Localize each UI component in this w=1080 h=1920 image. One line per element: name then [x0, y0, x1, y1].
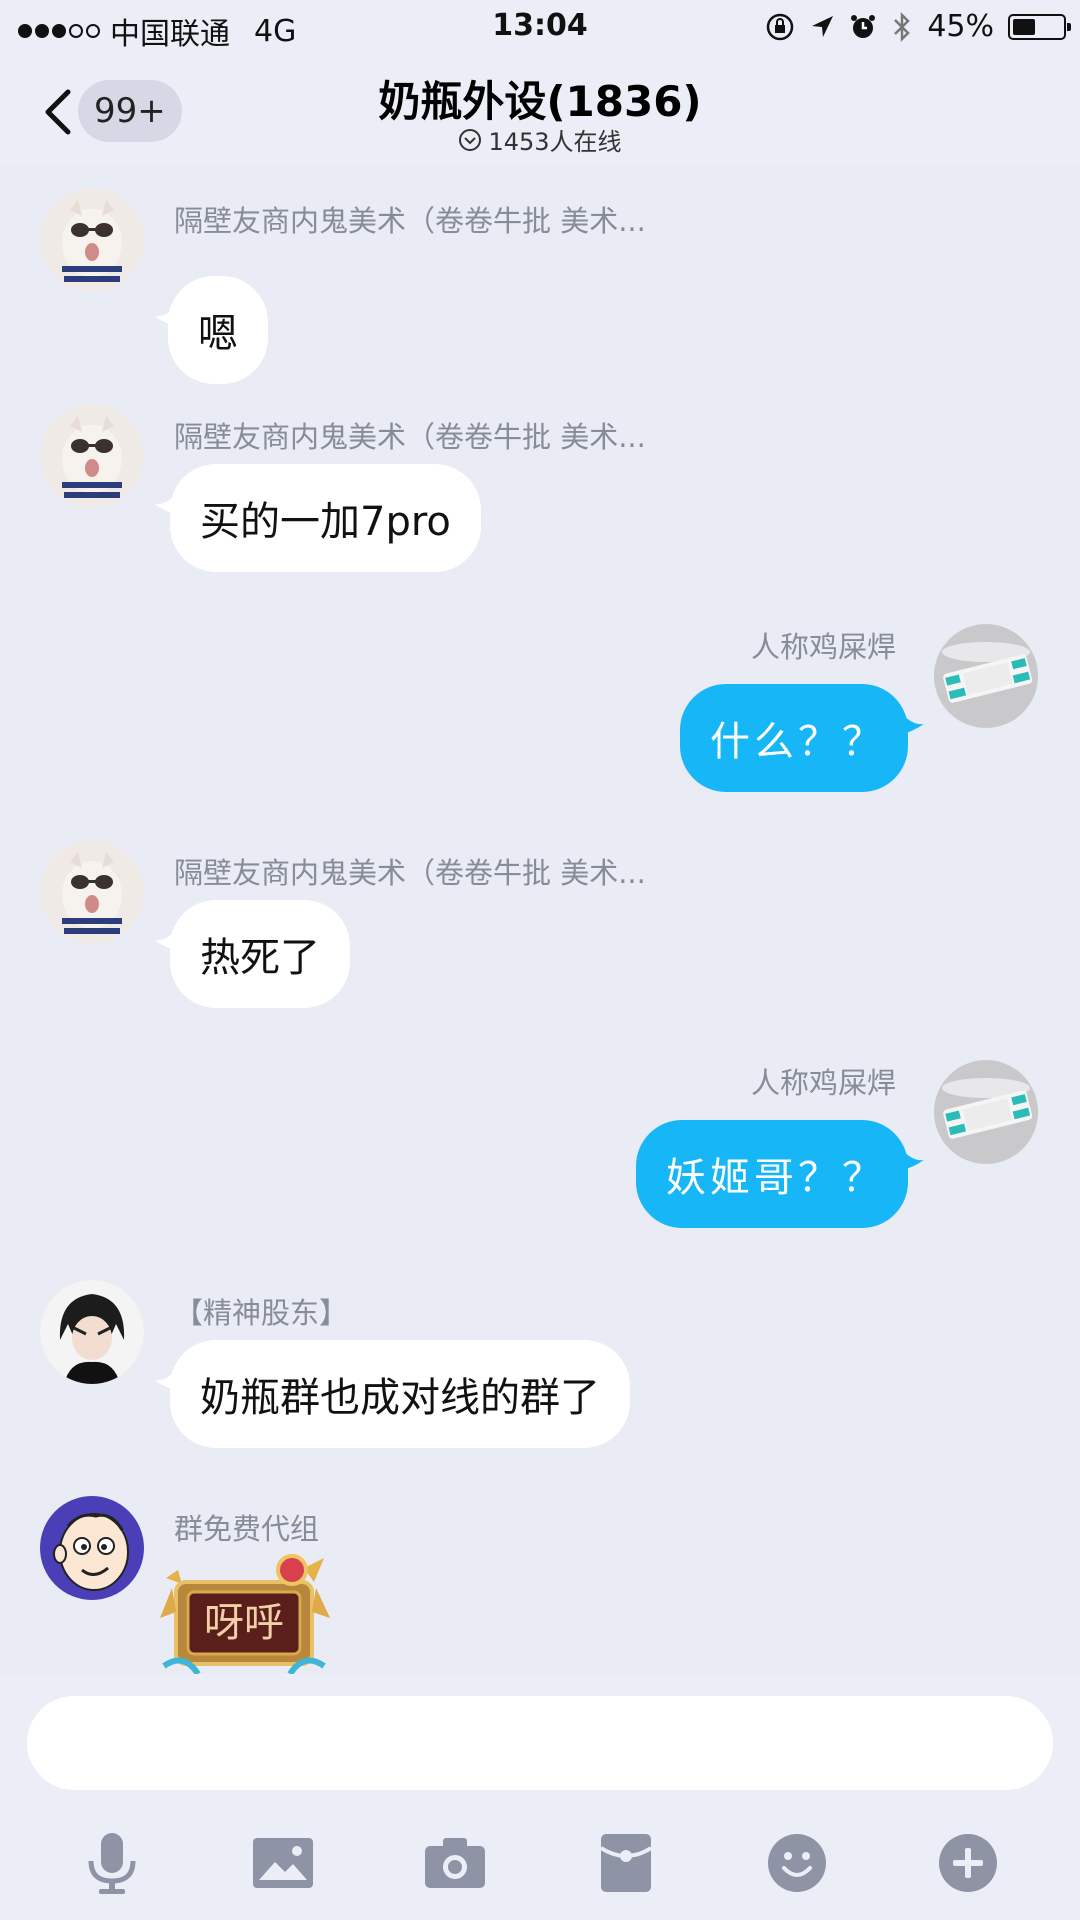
- avatar[interactable]: [40, 1280, 144, 1384]
- bluetooth-icon: [894, 11, 911, 42]
- sender-name: 人称鸡屎焊: [750, 1066, 896, 1100]
- sender-name: 隔壁友商内鬼美术（卷卷牛批 美术...: [174, 856, 646, 890]
- online-count-text: 1453人在线: [488, 128, 622, 156]
- message-bubble[interactable]: 买的一加7pro: [170, 464, 481, 572]
- sender-name: 隔壁友商内鬼美术（卷卷牛批 美术...: [174, 204, 646, 238]
- battery-icon: [1008, 13, 1071, 40]
- sticker-image[interactable]: 呀呼: [154, 1548, 334, 1674]
- online-count: 1453人在线: [0, 122, 1080, 157]
- message-bubble[interactable]: 奶瓶群也成对线的群了: [170, 1340, 630, 1448]
- image-icon: [253, 1838, 313, 1888]
- red-packet-button[interactable]: [591, 1828, 661, 1898]
- location-icon: [812, 15, 834, 37]
- input-toolbar: [0, 1828, 1080, 1918]
- message-bubble[interactable]: 妖姬哥？？: [636, 1120, 908, 1228]
- bubble-tail: [902, 714, 924, 734]
- message-input[interactable]: [27, 1696, 1053, 1790]
- avatar[interactable]: [40, 404, 144, 508]
- status-bar: 中国联通 4G 13:04 45%: [0, 0, 1080, 56]
- camera-button[interactable]: [420, 1828, 490, 1898]
- input-area: [0, 1674, 1080, 1920]
- message-bubble[interactable]: 热死了: [170, 900, 350, 1008]
- chevron-down-circle-icon: [459, 128, 482, 151]
- avatar[interactable]: [40, 1496, 144, 1600]
- message-bubble[interactable]: 什么？？: [680, 684, 908, 792]
- avatar[interactable]: [40, 188, 144, 292]
- emoji-icon: [768, 1834, 826, 1892]
- image-button[interactable]: [248, 1828, 318, 1898]
- more-button[interactable]: [933, 1828, 1003, 1898]
- emoji-button[interactable]: [762, 1828, 832, 1898]
- sender-name: 【精神股东】: [174, 1296, 349, 1330]
- nav-bar: 99+ 奶瓶外设(1836) 1453人在线: [0, 56, 1080, 166]
- sender-name: 群免费代组: [174, 1512, 320, 1546]
- sender-name: 隔壁友商内鬼美术（卷卷牛批 美术...: [174, 420, 646, 454]
- mic-icon: [88, 1833, 136, 1894]
- rotation-lock-icon: [767, 13, 794, 40]
- battery-percent: 45%: [927, 9, 994, 44]
- bubble-tail: [902, 1150, 924, 1170]
- plus-icon: [939, 1834, 997, 1892]
- voice-button[interactable]: [77, 1828, 147, 1898]
- sender-name: 人称鸡屎焊: [750, 630, 896, 664]
- sticker-text: 呀呼: [204, 1600, 284, 1646]
- alarm-icon: [851, 14, 876, 38]
- avatar[interactable]: [934, 624, 1038, 728]
- message-bubble[interactable]: 嗯: [168, 276, 268, 384]
- red-packet-icon: [601, 1834, 651, 1892]
- avatar[interactable]: [40, 840, 144, 944]
- chat-messages[interactable]: 隔壁友商内鬼美术（卷卷牛批 美术... 嗯 隔壁友商内鬼美术（卷卷牛批 美术..…: [0, 166, 1080, 1674]
- page-title[interactable]: 奶瓶外设(1836): [0, 68, 1080, 129]
- avatar[interactable]: [934, 1060, 1038, 1164]
- camera-icon: [425, 1838, 485, 1888]
